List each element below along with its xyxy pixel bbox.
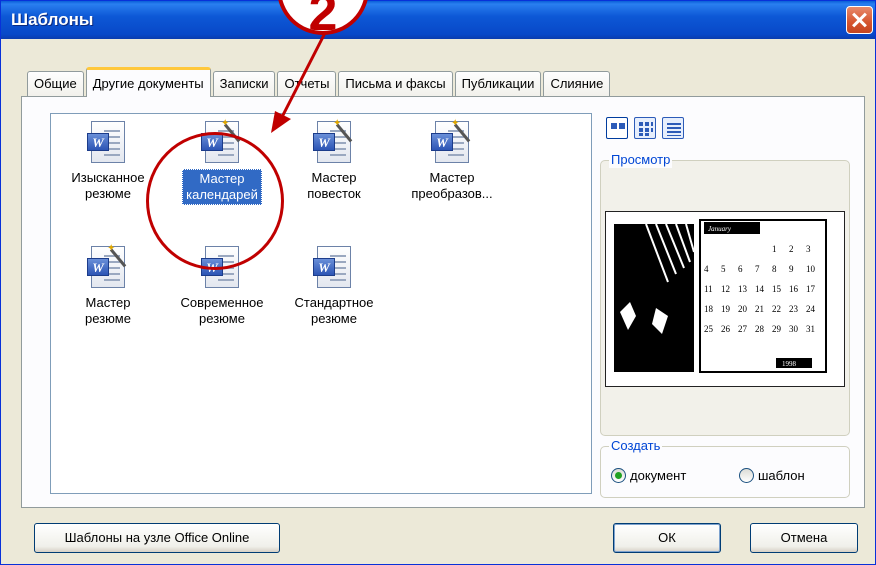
- tab-other-documents[interactable]: Другие документы: [85, 67, 211, 97]
- template-item[interactable]: W ✦ Мастер преобразов...: [397, 119, 507, 203]
- word-template-icon: W: [85, 119, 131, 165]
- calendar-day: 5: [721, 264, 726, 274]
- calendar-day: 11: [704, 284, 713, 294]
- calendar-day: 21: [755, 304, 764, 314]
- template-label: Изысканное резюме: [71, 170, 145, 201]
- template-label: Современное резюме: [180, 295, 264, 326]
- template-label: Мастер резюме: [85, 295, 131, 326]
- calendar-day: 25: [704, 324, 714, 334]
- radio-template-label: шаблон: [758, 468, 805, 483]
- word-wizard-icon: W ✦: [429, 119, 475, 165]
- tab-general[interactable]: Общие: [27, 71, 84, 97]
- create-group: Создать документ шаблон: [600, 438, 850, 498]
- template-item[interactable]: W ✦ Мастер резюме: [53, 244, 163, 328]
- calendar-day: 19: [721, 304, 731, 314]
- calendar-day: 4: [704, 264, 709, 274]
- calendar-day: 1: [772, 244, 777, 254]
- window-title: Шаблоны: [11, 10, 94, 29]
- radio-template[interactable]: шаблон: [739, 468, 805, 483]
- calendar-day: 29: [772, 324, 782, 334]
- templates-dialog: Шаблоны Общие Другие документы Записки О…: [0, 0, 876, 565]
- calendar-day: 24: [806, 304, 816, 314]
- cancel-button[interactable]: Отмена: [750, 523, 858, 553]
- template-label: Мастер преобразов...: [411, 170, 493, 201]
- calendar-day: 15: [772, 284, 782, 294]
- word-wizard-icon: W ✦: [311, 119, 357, 165]
- details-view-icon[interactable]: [662, 117, 684, 139]
- svg-text:January: January: [708, 225, 732, 233]
- calendar-preview: January 1998 1 2 3 4 5 6 7 8 9 10 11 12 13 14 15 16 17 18…: [605, 211, 845, 387]
- calendar-day: 13: [738, 284, 748, 294]
- svg-text:1998: 1998: [782, 360, 797, 368]
- office-online-button[interactable]: Шаблоны на узле Office Online: [34, 523, 280, 553]
- template-item[interactable]: W Стандартное резюме: [279, 244, 389, 328]
- calendar-day: 9: [789, 264, 794, 274]
- calendar-day: 16: [789, 284, 799, 294]
- tab-strip: Общие Другие документы Записки Отчеты Пи…: [27, 67, 612, 97]
- preview-group: Просмотр January 1998 1 2 3 4 5 6 7 8 9 10 11 12 13 1: [600, 152, 850, 436]
- calendar-day: 6: [738, 264, 743, 274]
- tab-letters-faxes[interactable]: Письма и факсы: [338, 71, 453, 97]
- calendar-preview-art: January 1998 1 2 34 5 6 7 8 9 1011 12 13 14 15 16 1718…: [614, 219, 827, 373]
- template-label: Стандартное резюме: [294, 295, 374, 326]
- calendar-day: 10: [806, 264, 816, 274]
- calendar-day: 3: [806, 244, 811, 254]
- calendar-day: 22: [772, 304, 781, 314]
- tab-merge[interactable]: Слияние: [543, 71, 611, 97]
- tab-panel: W Изысканное резюме W ✦ Мастер календарей W…: [21, 96, 865, 508]
- calendar-day: 12: [721, 284, 730, 294]
- tab-publications[interactable]: Публикации: [454, 71, 542, 97]
- annotation-circle: [146, 132, 284, 270]
- create-legend: Создать: [609, 438, 663, 454]
- calendar-day: 28: [755, 324, 765, 334]
- preview-legend: Просмотр: [609, 152, 673, 168]
- calendar-day: 27: [738, 324, 748, 334]
- word-template-icon: W: [311, 244, 357, 290]
- word-wizard-icon: W ✦: [85, 244, 131, 290]
- large-icons-view-icon[interactable]: [606, 117, 628, 139]
- calendar-day: 7: [755, 264, 760, 274]
- radio-document-label: документ: [630, 468, 687, 483]
- calendar-day: 23: [789, 304, 799, 314]
- calendar-day: 18: [704, 304, 714, 314]
- template-item[interactable]: W ✦ Мастер повесток: [279, 119, 389, 203]
- templates-list[interactable]: W Изысканное резюме W ✦ Мастер календарей W…: [50, 113, 592, 494]
- calendar-day: 31: [806, 324, 815, 334]
- calendar-day: 26: [721, 324, 731, 334]
- calendar-day: 2: [789, 244, 794, 254]
- tab-memos[interactable]: Записки: [212, 71, 276, 97]
- calendar-day: 14: [755, 284, 765, 294]
- radio-empty-icon[interactable]: [739, 468, 754, 483]
- template-label: Мастер повесток: [307, 170, 361, 201]
- calendar-day: 17: [806, 284, 816, 294]
- list-view-icon[interactable]: [634, 117, 656, 139]
- ok-button[interactable]: ОК: [613, 523, 721, 553]
- title-bar[interactable]: Шаблоны: [1, 1, 875, 39]
- calendar-day: 20: [738, 304, 748, 314]
- radio-selected-icon[interactable]: [611, 468, 626, 483]
- radio-document[interactable]: документ: [611, 468, 686, 483]
- tab-reports[interactable]: Отчеты: [277, 71, 337, 97]
- close-icon[interactable]: [846, 6, 873, 34]
- view-mode-buttons: [606, 117, 684, 139]
- calendar-day: 8: [772, 264, 777, 274]
- calendar-day: 30: [789, 324, 799, 334]
